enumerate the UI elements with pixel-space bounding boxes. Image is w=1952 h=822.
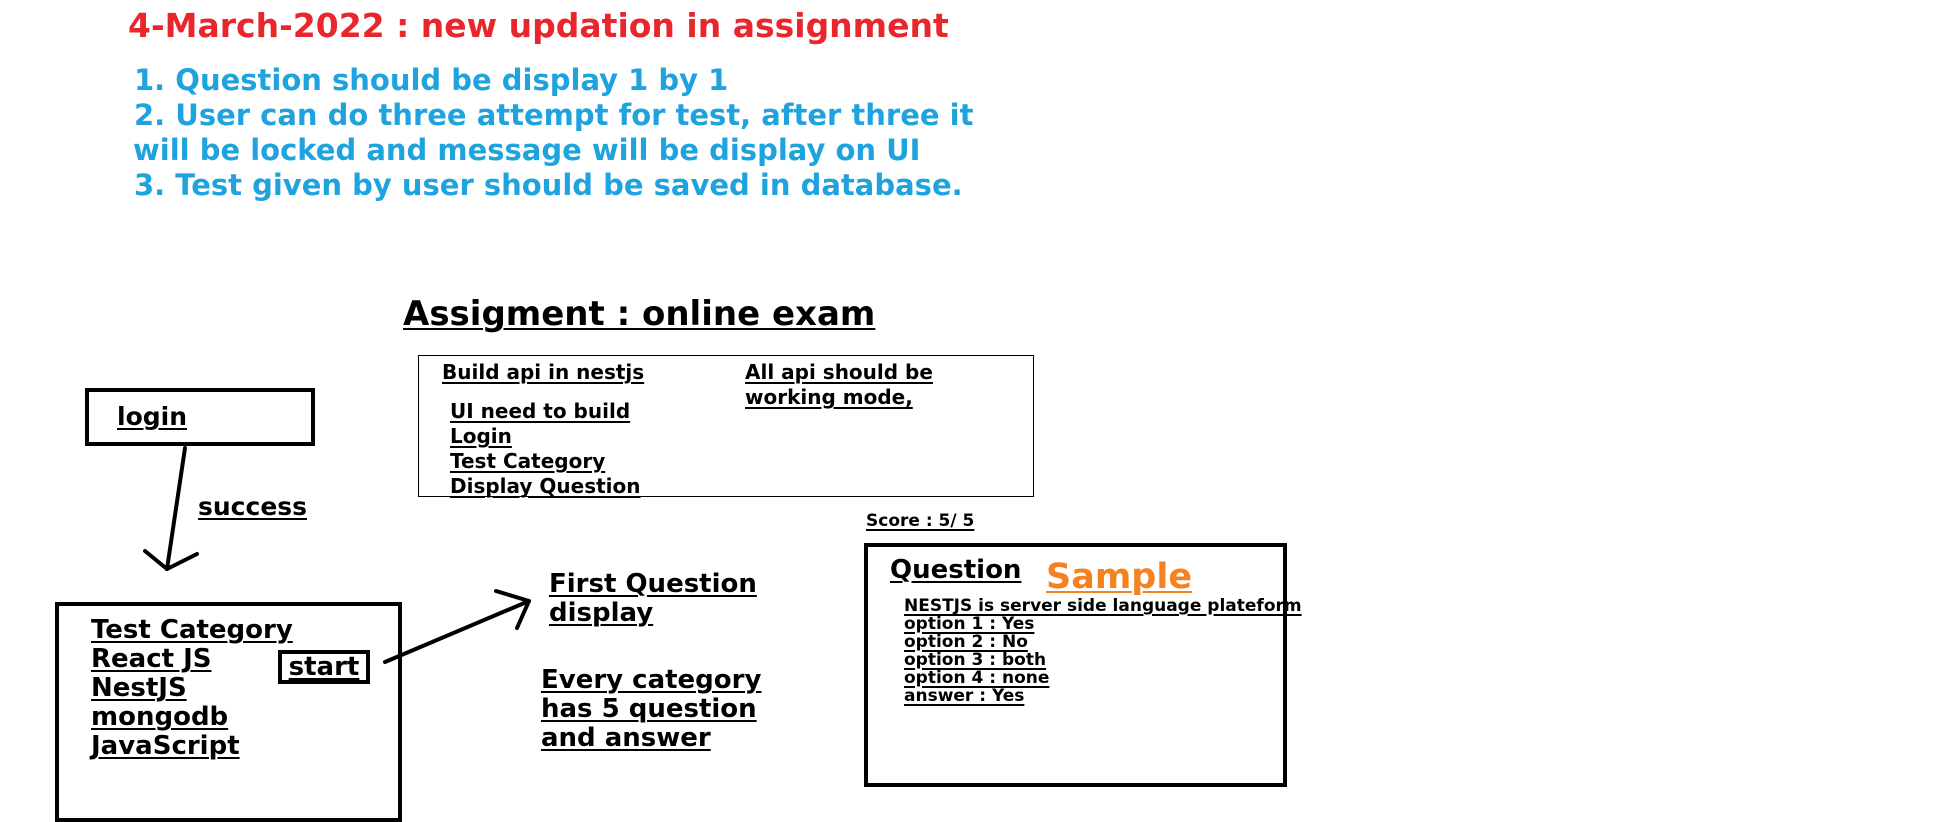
start-to-question-arrow-shaft (383, 599, 531, 664)
flow-arrows (143, 446, 531, 664)
login-to-category-arrow-shaft (165, 446, 187, 571)
